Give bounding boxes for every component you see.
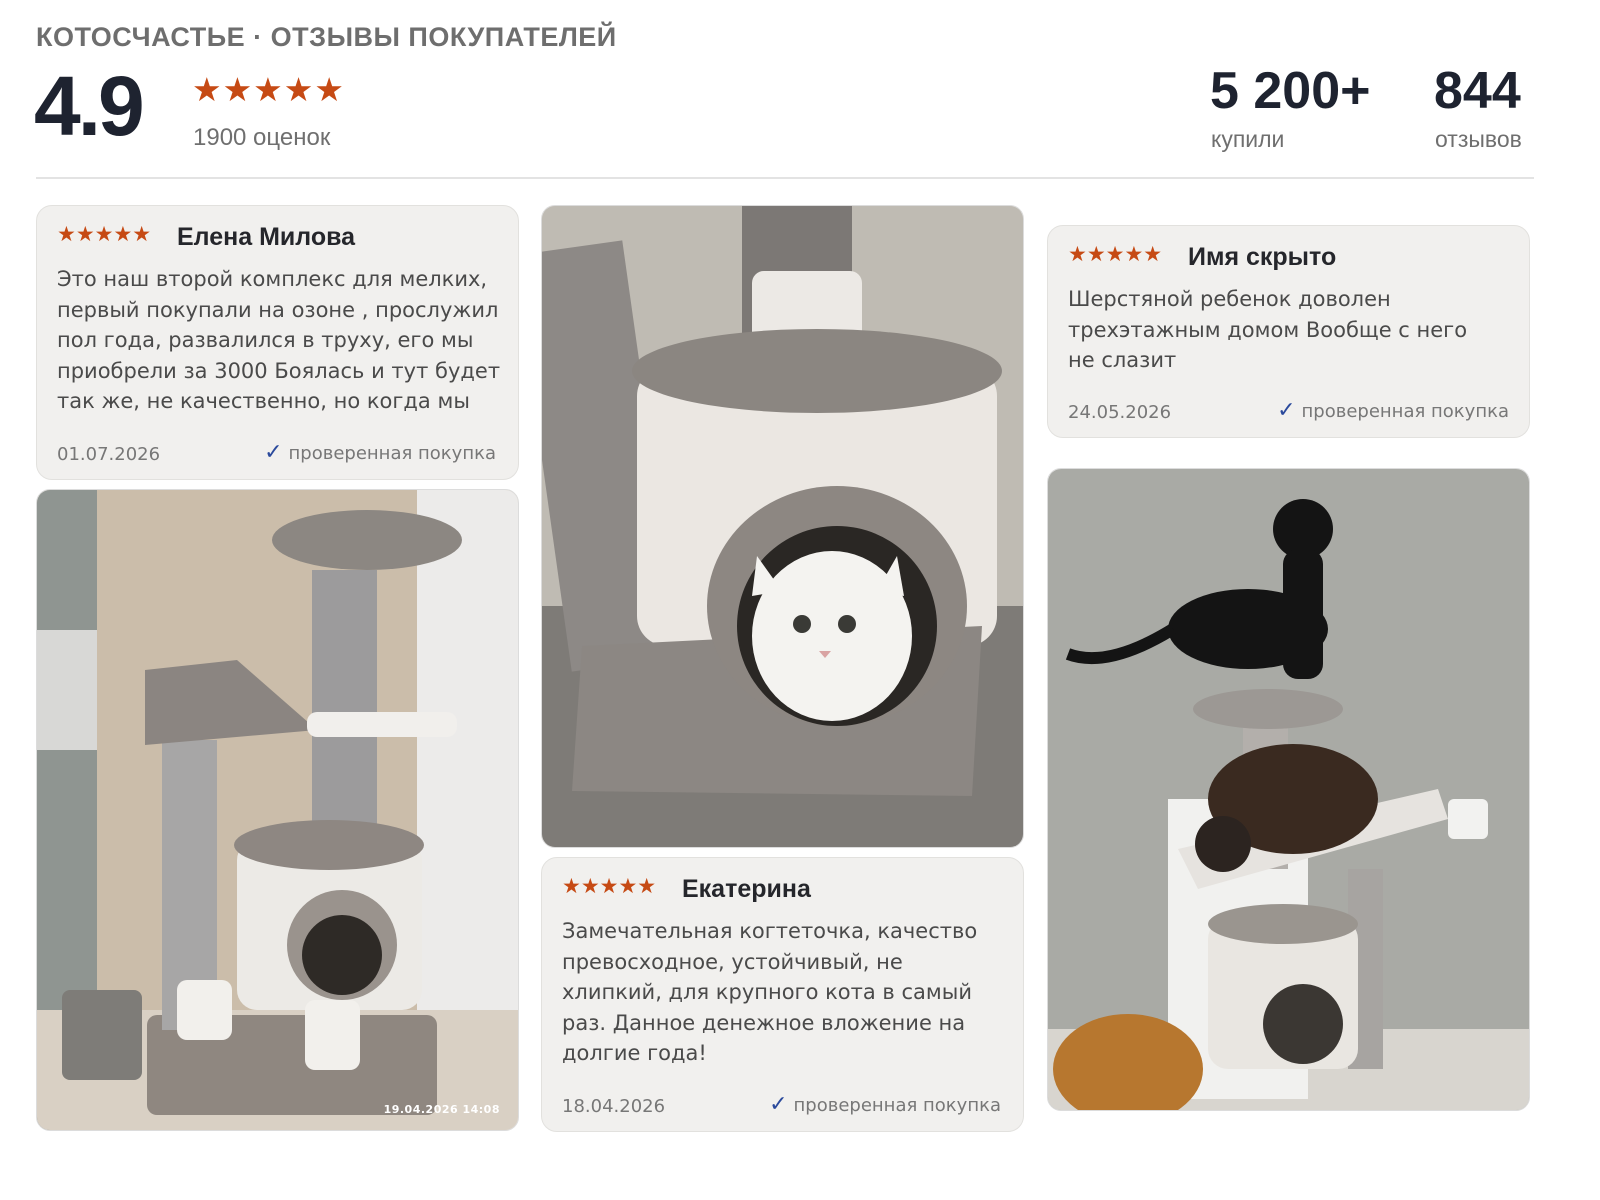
check-icon: ✓ [1277, 398, 1296, 423]
stat-bought-value: 5 200+ [1210, 62, 1371, 120]
review-stars-icon: ★★★★★ [57, 222, 152, 246]
brand-title: КОТОСЧАСТЬЕ · ОТЗЫВЫ ПОКУПАТЕЛЕЙ [36, 22, 617, 52]
review-stars-icon: ★★★★★ [1068, 242, 1163, 266]
review-text: Это наш второй комплекс для мелких, перв… [57, 267, 501, 413]
review-text: Замечательная когтеточка, качество прево… [562, 919, 978, 1065]
review-photo-cat-tree[interactable]: 19.04.2026 14:08 [36, 489, 519, 1131]
review-date: 01.07.2026 [57, 444, 161, 465]
review-author: Елена Милова [177, 223, 356, 251]
verified-label: проверенная покупка [288, 443, 496, 464]
ratings-count: 1900 оценок [193, 124, 331, 151]
verified-badge: ✓ проверенная покупка [769, 1092, 1001, 1117]
rating-stars-icon: ★★★★★ [192, 70, 345, 109]
review-stars-icon: ★★★★★ [562, 874, 657, 898]
verified-badge: ✓ проверенная покупка [1277, 398, 1509, 423]
stat-reviews-value: 844 [1434, 62, 1521, 120]
stat-reviews-label: отзывов [1435, 126, 1522, 152]
header-divider [36, 177, 1534, 179]
cat-tree-photo [37, 490, 518, 1130]
average-rating: 4.9 [34, 59, 145, 153]
check-icon: ✓ [264, 440, 283, 465]
check-icon: ✓ [769, 1092, 788, 1117]
review-text: Шерстяной ребенок доволен трехэтажным до… [1068, 287, 1468, 372]
two-cats-on-tree-photo [1048, 469, 1529, 1110]
verified-badge: ✓ проверенная покупка [264, 440, 496, 465]
verified-label: проверенная покупка [1301, 401, 1509, 422]
review-date: 18.04.2026 [562, 1096, 666, 1117]
review-date: 24.05.2026 [1068, 402, 1172, 423]
stat-bought-label: купили [1211, 126, 1285, 152]
review-photo-white-cat[interactable] [541, 205, 1024, 848]
review-author: Имя скрыто [1188, 243, 1337, 271]
photo-timestamp: 19.04.2026 14:08 [383, 1103, 500, 1116]
review-photo-two-cats[interactable] [1047, 468, 1530, 1111]
review-card-hidden[interactable]: ★★★★★ Имя скрыто Шерстяной ребенок довол… [1047, 225, 1530, 438]
white-cat-in-house-photo [542, 206, 1023, 847]
review-card-elena[interactable]: ★★★★★ Елена Милова Это наш второй компле… [36, 205, 519, 480]
verified-label: проверенная покупка [793, 1095, 1001, 1116]
review-author: Екатерина [682, 875, 811, 903]
review-card-ekaterina[interactable]: ★★★★★ Екатерина Замечательная когтеточка… [541, 857, 1024, 1132]
